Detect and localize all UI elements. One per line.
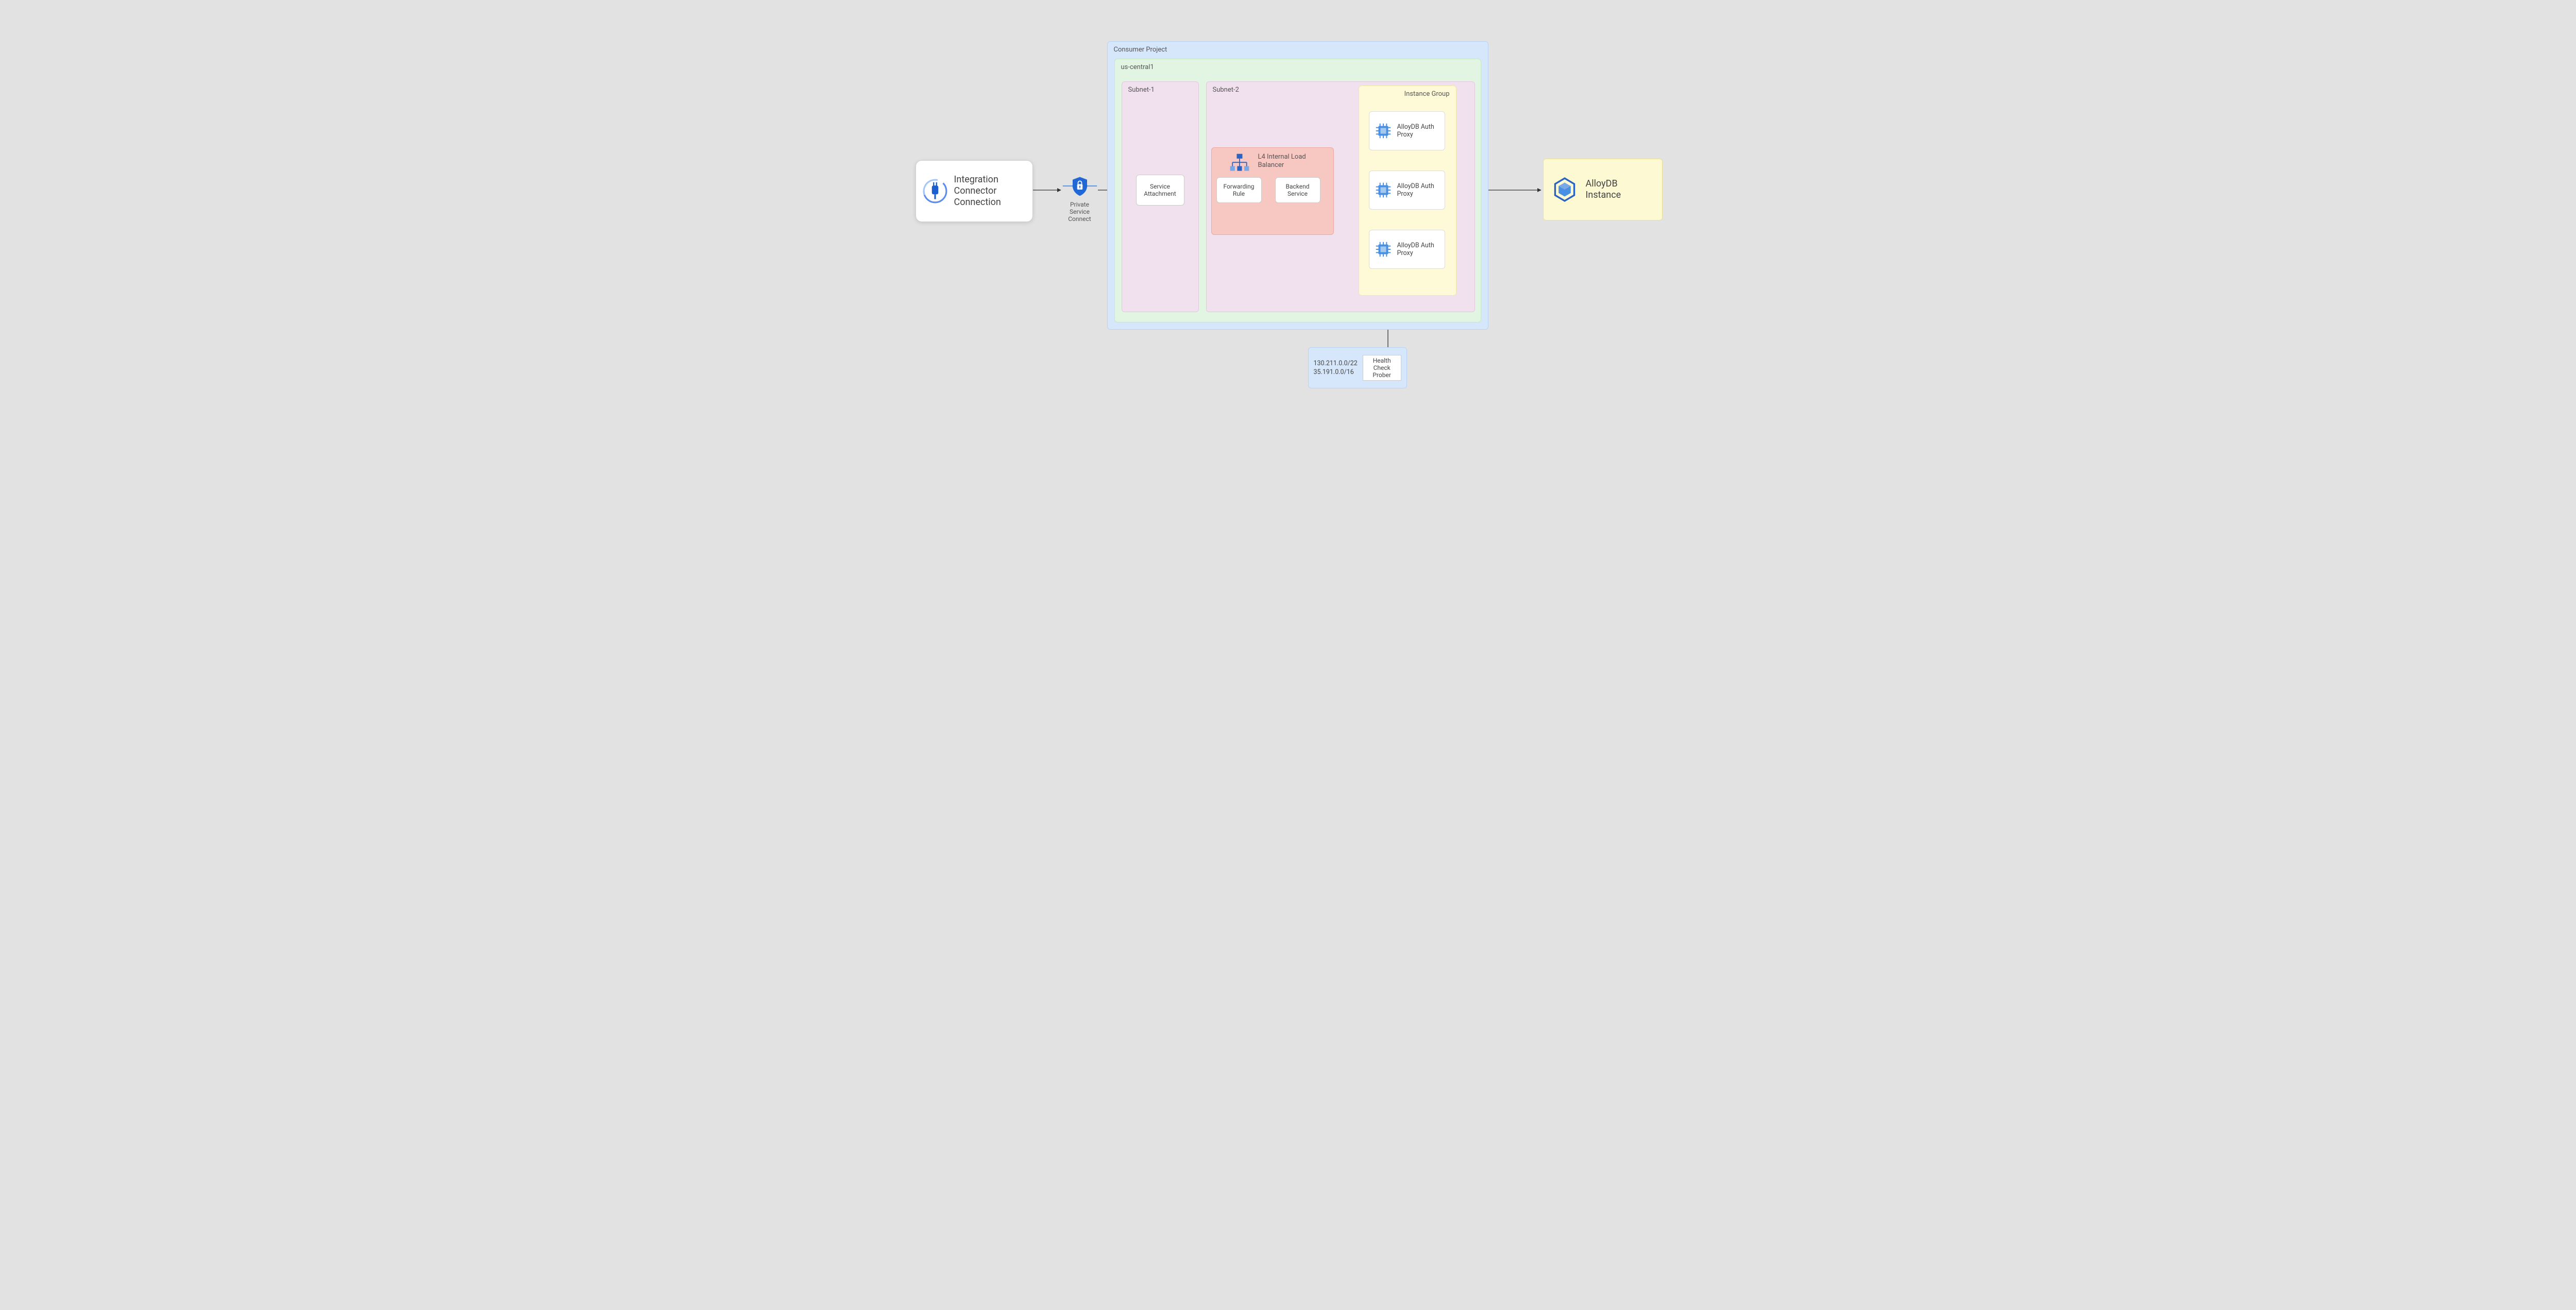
health-check-prober: Health Check Prober	[1363, 355, 1401, 381]
chip-icon	[1374, 240, 1393, 259]
health-check-cidrs: 130.211.0.0/22 35.191.0.0/16	[1314, 359, 1358, 377]
shield-icon	[1062, 175, 1098, 197]
service-attachment-box: Service Attachment	[1136, 175, 1184, 206]
private-service-connect: Private Service Connect	[1062, 175, 1098, 223]
diagram-canvas: Integration Connector Connection Private…	[891, 0, 1686, 393]
chip-icon	[1374, 121, 1393, 141]
health-check-box: 130.211.0.0/22 35.191.0.0/16 Health Chec…	[1308, 347, 1407, 388]
subnet-1-label: Subnet-1	[1128, 86, 1155, 94]
subnet-2-label: Subnet-2	[1213, 86, 1239, 94]
consumer-project-label: Consumer Project	[1114, 46, 1167, 54]
chip-icon	[1374, 180, 1393, 200]
proxy-2-label: AlloyDB Auth Proxy	[1397, 182, 1440, 198]
proxy-card-2: AlloyDB Auth Proxy	[1369, 171, 1445, 210]
proxy-card-1: AlloyDB Auth Proxy	[1369, 111, 1445, 150]
proxy-1-label: AlloyDB Auth Proxy	[1397, 123, 1440, 139]
integration-connector-card: Integration Connector Connection	[916, 160, 1033, 222]
proxy-3-label: AlloyDB Auth Proxy	[1397, 242, 1440, 257]
integration-connector-title: Integration Connector Connection	[954, 174, 1026, 208]
load-balancer-icon	[1228, 152, 1251, 175]
alloydb-title: AlloyDB Instance	[1586, 178, 1655, 201]
region-label: us-central1	[1121, 63, 1154, 71]
instance-group-label: Instance Group	[1404, 90, 1450, 98]
forwarding-rule-label: Forwarding Rule	[1217, 183, 1261, 197]
service-attachment-label: Service Attachment	[1139, 183, 1182, 197]
hexagon-db-icon	[1551, 176, 1579, 203]
psc-label: Private Service Connect	[1062, 201, 1098, 223]
forwarding-rule-box: Forwarding Rule	[1216, 177, 1262, 203]
alloydb-instance-card: AlloyDB Instance	[1543, 159, 1663, 220]
backend-service-label: Backend Service	[1276, 183, 1320, 197]
plug-icon	[922, 178, 948, 204]
backend-service-box: Backend Service	[1275, 177, 1320, 203]
load-balancer-title: L4 Internal Load Balancer	[1258, 153, 1325, 169]
health-check-prober-label: Health Check Prober	[1364, 357, 1400, 379]
proxy-card-3: AlloyDB Auth Proxy	[1369, 230, 1445, 269]
